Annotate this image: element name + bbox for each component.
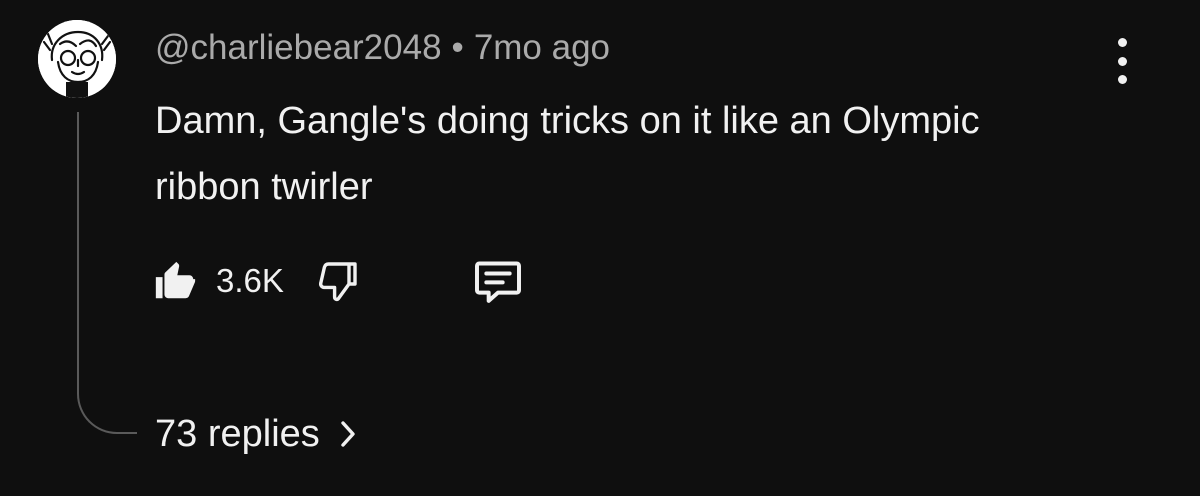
dislike-button[interactable] (314, 256, 362, 306)
reply-button[interactable] (470, 253, 526, 309)
thread-connector-line (77, 112, 137, 434)
thumb-up-filled-icon (155, 261, 196, 299)
comment-header: @charliebear2048 • 7mo ago (155, 26, 610, 70)
comment-actions: 3.6K (152, 255, 526, 307)
comment-text: Damn, Gangle's doing tricks on it like a… (155, 100, 980, 208)
author-handle[interactable]: @charliebear2048 (155, 28, 442, 67)
thumb-down-outline-icon (318, 262, 357, 302)
avatar[interactable] (38, 20, 116, 98)
avatar-drawing (38, 20, 116, 98)
comment-reply-icon (474, 261, 521, 303)
more-vert-icon-dot-3 (1117, 75, 1127, 84)
timestamp[interactable]: 7mo ago (474, 28, 610, 67)
more-vert-icon (1117, 38, 1127, 47)
view-replies-link[interactable]: 73 replies (155, 408, 358, 460)
replies-count-label: 73 replies (155, 413, 320, 455)
like-count: 3.6K (216, 262, 284, 299)
chevron-right-icon (341, 421, 355, 447)
header-separator: • (451, 28, 464, 67)
like-button[interactable]: 3.6K (152, 257, 284, 305)
more-vert-icon-dot-2 (1117, 56, 1127, 66)
more-options-button[interactable] (1104, 38, 1140, 84)
